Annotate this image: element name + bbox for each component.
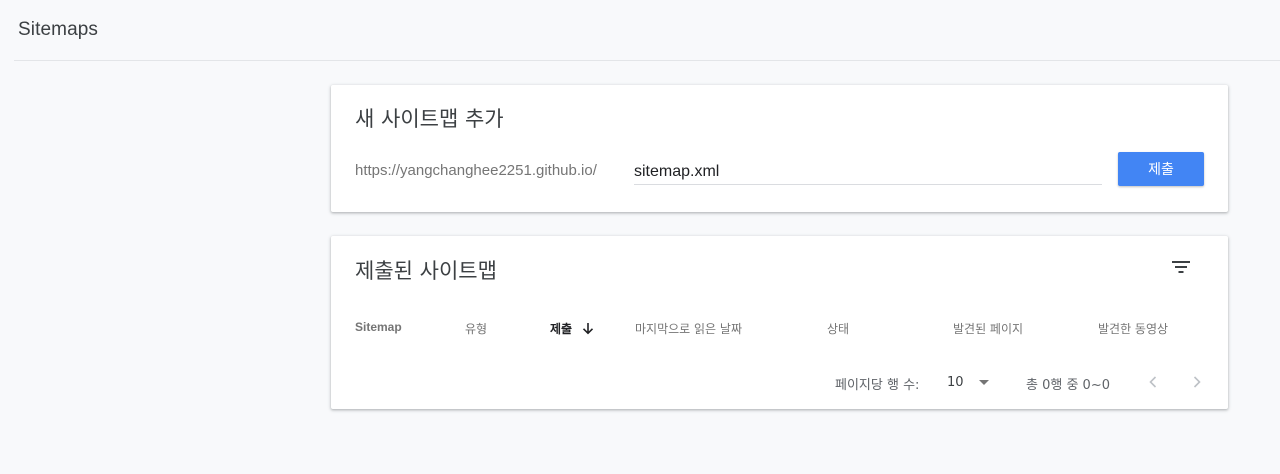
add-sitemap-title: 새 사이트맵 추가 xyxy=(355,107,504,131)
column-header-type[interactable]: 유형 xyxy=(465,320,487,337)
submitted-sitemaps-title: 제출된 사이트맵 xyxy=(355,259,497,283)
column-header-pages-found[interactable]: 발견된 페이지 xyxy=(953,320,1023,337)
filter-icon[interactable] xyxy=(1169,255,1193,279)
sitemap-url-input[interactable] xyxy=(634,157,1102,185)
column-header-status[interactable]: 상태 xyxy=(827,320,849,337)
pagination-summary: 총 0행 중 0~0 xyxy=(1026,378,1110,393)
arrow-down-icon xyxy=(582,322,594,338)
rows-per-page-label: 페이지당 행 수: xyxy=(835,378,920,393)
column-header-last-read[interactable]: 마지막으로 읽은 날짜 xyxy=(635,320,742,337)
chevron-right-icon[interactable] xyxy=(1185,370,1209,394)
column-header-videos-found[interactable]: 발견한 동영상 xyxy=(1098,320,1168,337)
dropdown-arrow-icon xyxy=(978,373,990,391)
header-divider xyxy=(14,60,1280,61)
submitted-sitemaps-card: 제출된 사이트맵 Sitemap 유형 제출 마지막으로 읽은 날짜 상태 발견… xyxy=(331,236,1228,409)
column-header-submitted[interactable]: 제출 xyxy=(550,320,594,338)
url-prefix: https://yangchanghee2251.github.io/ xyxy=(355,162,597,179)
submit-button[interactable]: 제출 xyxy=(1118,152,1204,186)
add-sitemap-card: 새 사이트맵 추가 https://yangchanghee2251.githu… xyxy=(331,85,1228,212)
column-header-sitemap[interactable]: Sitemap xyxy=(355,320,402,334)
rows-per-page-select[interactable]: 10 xyxy=(947,372,993,392)
chevron-left-icon[interactable] xyxy=(1141,370,1165,394)
page-header: Sitemaps xyxy=(0,0,1280,61)
page-title: Sitemaps xyxy=(18,19,99,40)
column-header-submitted-label: 제출 xyxy=(550,322,573,336)
rows-per-page-value: 10 xyxy=(947,374,964,390)
